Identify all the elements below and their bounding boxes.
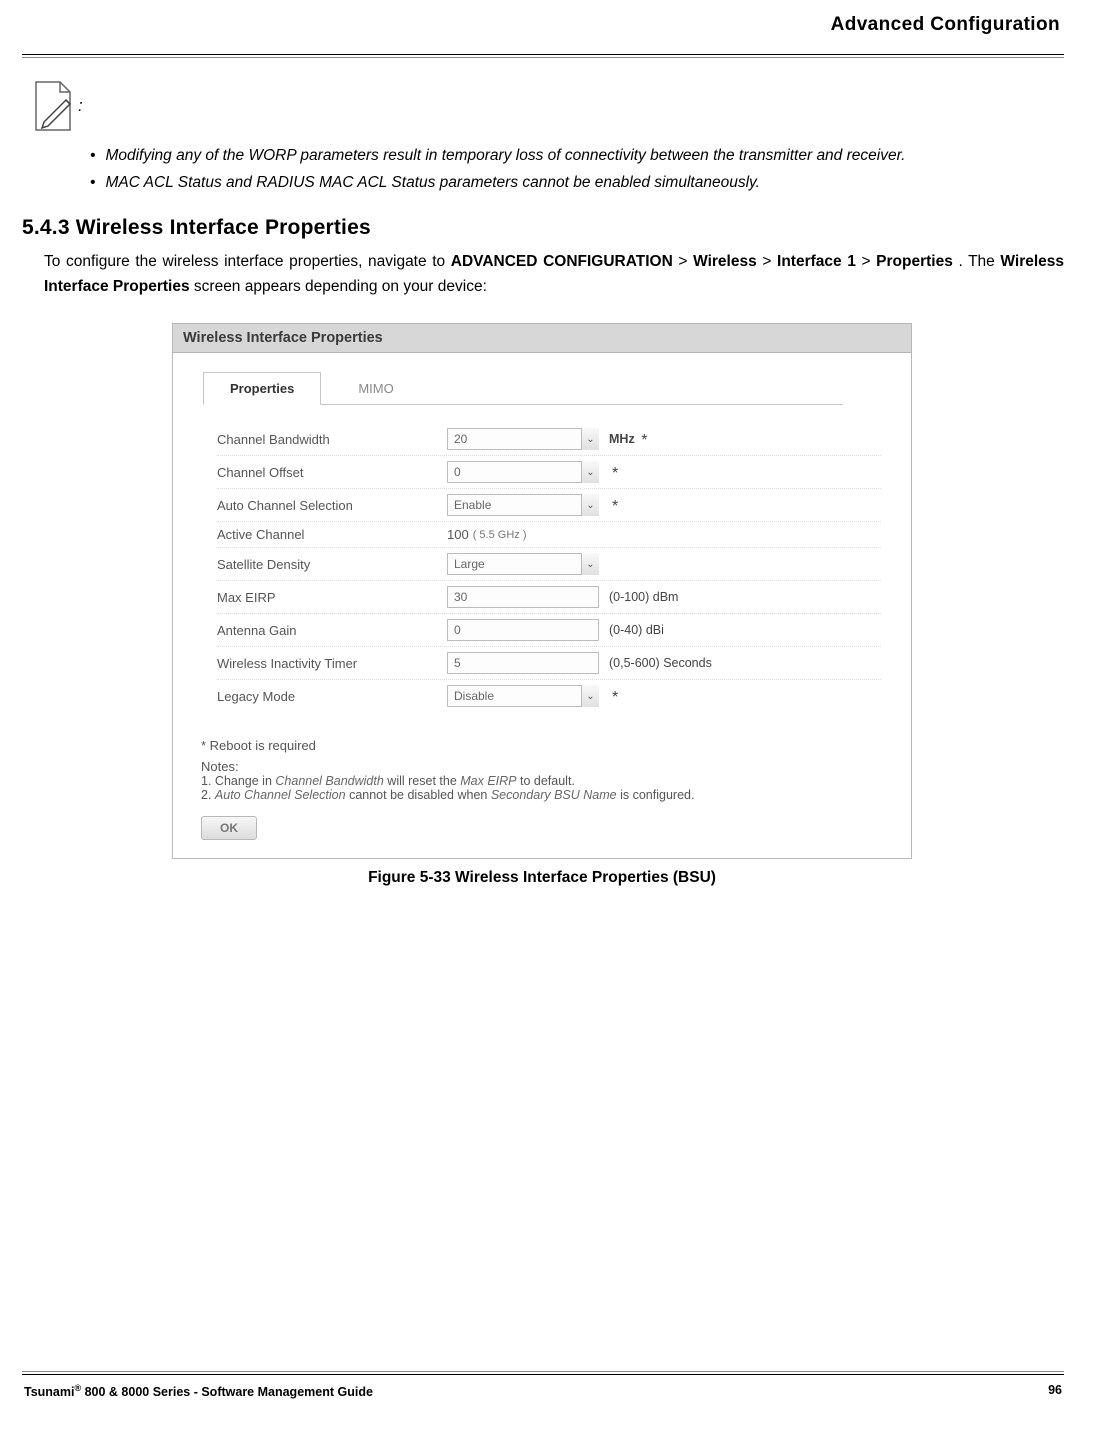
note-italic: Secondary BSU Name xyxy=(491,788,617,802)
label-active-channel: Active Channel xyxy=(217,527,447,542)
tab-mimo[interactable]: MIMO xyxy=(331,372,420,404)
suffix-channel-bandwidth: MHz * xyxy=(609,430,647,448)
row-auto-channel-selection: Auto Channel Selection ⌄ * xyxy=(217,489,881,522)
bullet-text: MAC ACL Status and RADIUS MAC ACL Status… xyxy=(105,173,759,194)
footer-rule-thick xyxy=(22,1374,1064,1375)
panel-titlebar: Wireless Interface Properties xyxy=(173,324,911,353)
suffix-wireless-inactivity-timer: (0,5-600) Seconds xyxy=(609,656,712,670)
select-channel-offset[interactable] xyxy=(447,461,599,483)
note-num: 1. xyxy=(201,774,211,788)
note-text: is configured. xyxy=(620,788,694,802)
note-italic: Channel Bandwidth xyxy=(275,774,383,788)
header-rule-thin xyxy=(22,57,1064,58)
label-wireless-inactivity-timer: Wireless Inactivity Timer xyxy=(217,656,447,671)
reboot-star: * xyxy=(612,689,618,706)
row-active-channel: Active Channel 100 ( 5.5 GHz ) xyxy=(217,522,881,548)
note-text: to default. xyxy=(520,774,575,788)
footer-product: Tsunami xyxy=(24,1385,74,1399)
ok-button[interactable]: OK xyxy=(201,816,257,840)
header-rule-thick xyxy=(22,54,1064,55)
reboot-required-note: * Reboot is required xyxy=(201,738,911,753)
footer-subtitle: 800 & 8000 Series - Software Management … xyxy=(81,1385,373,1399)
reboot-star: * xyxy=(612,498,618,515)
row-channel-bandwidth: Channel Bandwidth ⌄ MHz * xyxy=(217,423,881,456)
input-max-eirp[interactable] xyxy=(447,586,599,608)
note-num: 2. xyxy=(201,788,211,802)
note-bullets: • Modifying any of the WORP parameters r… xyxy=(90,146,1064,194)
section-body: To configure the wireless interface prop… xyxy=(44,250,1064,300)
row-max-eirp: Max EIRP (0-100) dBm xyxy=(217,581,881,614)
breadcrumb-part: Properties xyxy=(876,253,953,270)
row-satellite-density: Satellite Density ⌄ xyxy=(217,548,881,581)
wireless-properties-panel: Wireless Interface Properties Properties… xyxy=(172,323,912,859)
note-line-1: 1. Change in Channel Bandwidth will rese… xyxy=(201,774,911,788)
label-channel-offset: Channel Offset xyxy=(217,465,447,480)
bullet-dot: • xyxy=(90,146,95,167)
input-wireless-inactivity-timer[interactable] xyxy=(447,652,599,674)
body-text: screen appears depending on your device: xyxy=(194,278,487,295)
note-text: will reset the xyxy=(387,774,460,788)
suffix-antenna-gain: (0-40) dBi xyxy=(609,623,664,637)
footer-rule-thin xyxy=(22,1371,1064,1372)
note-italic: Max EIRP xyxy=(460,774,516,788)
bullet-item: • MAC ACL Status and RADIUS MAC ACL Stat… xyxy=(90,173,1064,194)
note-colon: : xyxy=(78,96,83,116)
select-legacy-mode[interactable] xyxy=(447,685,599,707)
note-line-2: 2. Auto Channel Selection cannot be disa… xyxy=(201,788,911,802)
footer-left: Tsunami® 800 & 8000 Series - Software Ma… xyxy=(24,1383,373,1399)
bullet-item: • Modifying any of the WORP parameters r… xyxy=(90,146,1064,167)
section-title: Wireless Interface Properties xyxy=(76,216,371,239)
row-wireless-inactivity-timer: Wireless Inactivity Timer (0,5-600) Seco… xyxy=(217,647,881,680)
section-number: 5.4.3 xyxy=(22,216,70,239)
sub-active-channel: ( 5.5 GHz ) xyxy=(473,529,527,541)
row-channel-offset: Channel Offset ⌄ * xyxy=(217,456,881,489)
select-channel-bandwidth[interactable] xyxy=(447,428,599,450)
value-active-channel: 100 xyxy=(447,527,469,542)
suffix-max-eirp: (0-100) dBm xyxy=(609,590,678,604)
reboot-star: * xyxy=(641,432,647,449)
breadcrumb-part: Interface 1 xyxy=(777,253,856,270)
note-text: cannot be disabled when xyxy=(349,788,491,802)
note-text: Change in xyxy=(215,774,275,788)
breadcrumb-sep: > xyxy=(678,253,693,270)
row-antenna-gain: Antenna Gain (0-40) dBi xyxy=(217,614,881,647)
note-pencil-icon xyxy=(32,80,74,132)
input-antenna-gain[interactable] xyxy=(447,619,599,641)
page-header-title: Advanced Configuration xyxy=(22,14,1064,36)
breadcrumb-sep: > xyxy=(762,253,777,270)
page-footer: Tsunami® 800 & 8000 Series - Software Ma… xyxy=(22,1371,1064,1399)
note-icon-row: : xyxy=(32,80,1064,132)
breadcrumb-sep: > xyxy=(861,253,876,270)
select-satellite-density[interactable] xyxy=(447,553,599,575)
suffix-text: MHz xyxy=(609,432,635,446)
tab-bar: Properties MIMO xyxy=(203,371,843,405)
breadcrumb-part: ADVANCED CONFIGURATION xyxy=(451,253,673,270)
body-text: To configure the wireless interface prop… xyxy=(44,253,451,270)
row-legacy-mode: Legacy Mode ⌄ * xyxy=(217,680,881,712)
label-max-eirp: Max EIRP xyxy=(217,590,447,605)
tab-properties[interactable]: Properties xyxy=(203,372,321,405)
footer-page-number: 96 xyxy=(1048,1383,1062,1399)
body-text: . The xyxy=(958,253,1000,270)
form-area: Channel Bandwidth ⌄ MHz * Channel Offset… xyxy=(173,405,911,728)
label-auto-channel-selection: Auto Channel Selection xyxy=(217,498,447,513)
bullet-dot: • xyxy=(90,173,95,194)
breadcrumb-part: Wireless xyxy=(693,253,757,270)
figure-caption: Figure 5-33 Wireless Interface Propertie… xyxy=(172,869,912,887)
label-legacy-mode: Legacy Mode xyxy=(217,689,447,704)
reboot-star: * xyxy=(612,465,618,482)
bullet-text: Modifying any of the WORP parameters res… xyxy=(105,146,905,167)
label-antenna-gain: Antenna Gain xyxy=(217,623,447,638)
section-heading: 5.4.3 Wireless Interface Properties xyxy=(22,216,1064,240)
select-auto-channel-selection[interactable] xyxy=(447,494,599,516)
label-satellite-density: Satellite Density xyxy=(217,557,447,572)
label-channel-bandwidth: Channel Bandwidth xyxy=(217,432,447,447)
notes-heading: Notes: xyxy=(201,759,911,774)
note-italic: Auto Channel Selection xyxy=(215,788,346,802)
